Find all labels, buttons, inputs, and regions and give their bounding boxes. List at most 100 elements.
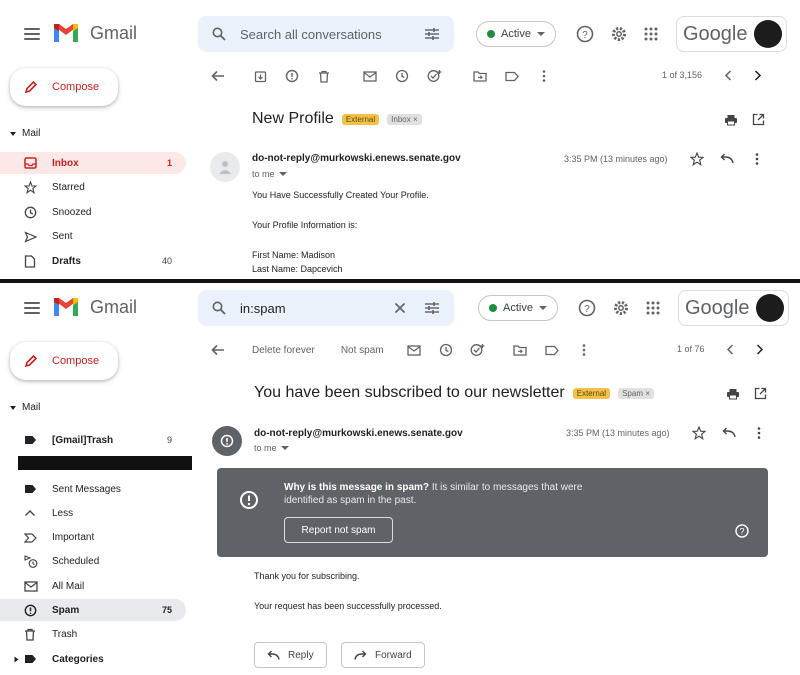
body-line: Your Profile Information is:: [252, 220, 358, 230]
sidebar-item-snoozed[interactable]: Snoozed: [0, 201, 186, 223]
compose-button[interactable]: Compose: [10, 342, 118, 380]
sender-avatar[interactable]: [212, 426, 242, 456]
status-selector[interactable]: Active: [476, 21, 556, 47]
sidebar-item-count: 9: [166, 435, 172, 445]
move-to-folder-icon[interactable]: [464, 64, 496, 88]
forward-button[interactable]: Forward: [341, 642, 425, 668]
avatar[interactable]: [753, 20, 782, 48]
message-more-icon[interactable]: [755, 153, 759, 165]
snooze-clock-icon[interactable]: [386, 64, 418, 88]
sidebar-item-all-mail[interactable]: All Mail: [0, 575, 186, 597]
not-spam-button[interactable]: Not spam: [331, 345, 394, 356]
apps-grid-icon[interactable]: [646, 301, 660, 315]
compose-button[interactable]: Compose: [10, 68, 118, 106]
back-arrow-icon[interactable]: [202, 338, 234, 362]
next-page-icon[interactable]: [756, 344, 764, 355]
settings-gear-icon[interactable]: [612, 299, 630, 317]
sidebar-item-trash[interactable]: Trash: [0, 624, 186, 646]
sidebar-item-less[interactable]: Less: [0, 502, 186, 524]
star-message-icon[interactable]: [690, 152, 704, 166]
remove-tag-icon[interactable]: ×: [645, 389, 650, 398]
print-icon[interactable]: [724, 114, 738, 126]
avatar[interactable]: [755, 294, 784, 322]
report-spam-icon[interactable]: [276, 64, 308, 88]
message-more-icon[interactable]: [757, 427, 761, 439]
apps-grid-icon[interactable]: [644, 27, 658, 41]
open-new-window-icon[interactable]: [754, 387, 767, 400]
recipient-toggle[interactable]: to me: [252, 169, 287, 179]
expand-arrow-icon[interactable]: [14, 656, 24, 663]
sidebar-item-label: Drafts: [52, 255, 81, 267]
account-box[interactable]: Google: [676, 16, 787, 52]
mail-section-header[interactable]: Mail: [10, 128, 40, 139]
search-options-icon[interactable]: [424, 27, 440, 41]
mark-unread-icon[interactable]: [398, 338, 430, 362]
back-arrow-icon[interactable]: [202, 64, 234, 88]
report-not-spam-button[interactable]: Report not spam: [284, 517, 393, 543]
reply-button[interactable]: Reply: [254, 642, 327, 668]
sidebar-item-starred[interactable]: Starred: [0, 177, 186, 199]
sidebar-item-scheduled[interactable]: Scheduled: [0, 551, 186, 573]
spam-explanation: Why is this message in spam? It is simil…: [284, 481, 644, 507]
sidebar-item-drafts[interactable]: Drafts 40: [0, 250, 186, 272]
recipient-toggle[interactable]: to me: [254, 443, 289, 453]
sender-email[interactable]: do-not-reply@murkowski.enews.senate.gov: [254, 428, 463, 439]
sidebar-item-gmail-trash[interactable]: [Gmail]Trash 9: [0, 429, 186, 451]
reply-arrow-icon[interactable]: [720, 153, 734, 165]
label-tag-icon[interactable]: [496, 64, 528, 88]
sender-avatar[interactable]: [210, 152, 240, 182]
prev-page-icon[interactable]: [724, 70, 732, 81]
main-menu-icon[interactable]: [24, 302, 40, 314]
add-task-icon[interactable]: [418, 64, 450, 88]
star-message-icon[interactable]: [692, 426, 706, 440]
search-placeholder[interactable]: Search all conversations: [240, 27, 424, 42]
remove-tag-icon[interactable]: ×: [413, 115, 418, 124]
external-tag: External: [572, 387, 611, 399]
sidebar-item-categories[interactable]: Categories: [0, 648, 186, 670]
open-new-window-icon[interactable]: [752, 113, 765, 126]
status-label: Active: [503, 302, 533, 314]
more-vert-icon[interactable]: [568, 338, 600, 362]
label-tag-icon[interactable]: [536, 338, 568, 362]
search-icon[interactable]: [212, 27, 226, 41]
settings-gear-icon[interactable]: [610, 25, 628, 43]
spam-tag[interactable]: Spam ×: [618, 387, 654, 399]
reply-label: Reply: [288, 649, 314, 661]
more-vert-icon[interactable]: [528, 64, 560, 88]
account-box[interactable]: Google: [678, 290, 789, 326]
help-icon[interactable]: ?: [576, 25, 594, 43]
search-bar[interactable]: in:spam: [198, 290, 454, 326]
move-to-folder-icon[interactable]: [504, 338, 536, 362]
search-icon[interactable]: [212, 301, 226, 315]
gmail-logo-icon[interactable]: [52, 22, 80, 44]
help-icon[interactable]: ?: [578, 299, 596, 317]
sidebar-item-sent-messages[interactable]: Sent Messages: [0, 478, 186, 500]
prev-page-icon[interactable]: [726, 344, 734, 355]
search-options-icon[interactable]: [424, 301, 440, 315]
print-icon[interactable]: [726, 388, 740, 400]
mark-unread-icon[interactable]: [354, 64, 386, 88]
sidebar-item-spam[interactable]: Spam 75: [0, 599, 186, 622]
reply-arrow-icon[interactable]: [722, 427, 736, 439]
archive-icon[interactable]: [244, 64, 276, 88]
received-time: 3:35 PM (13 minutes ago): [564, 154, 668, 164]
next-page-icon[interactable]: [754, 70, 762, 81]
sidebar-item-inbox[interactable]: Inbox 1: [0, 152, 186, 174]
mail-section-header[interactable]: Mail: [10, 402, 40, 413]
snooze-clock-icon[interactable]: [430, 338, 462, 362]
gmail-logo-icon[interactable]: [52, 296, 80, 318]
spam-tag-label: Spam: [622, 388, 643, 398]
add-task-icon[interactable]: [462, 338, 494, 362]
sidebar-item-sent[interactable]: Sent: [0, 226, 186, 248]
sidebar-item-important[interactable]: Important: [0, 527, 186, 549]
search-bar[interactable]: Search all conversations: [198, 16, 454, 52]
delete-forever-button[interactable]: Delete forever: [242, 345, 325, 356]
status-selector[interactable]: Active: [478, 295, 558, 321]
banner-help-icon[interactable]: ?: [735, 524, 749, 538]
delete-trash-icon[interactable]: [308, 64, 340, 88]
main-menu-icon[interactable]: [24, 28, 40, 40]
sender-email[interactable]: do-not-reply@murkowski.enews.senate.gov: [252, 153, 461, 164]
inbox-tag[interactable]: Inbox ×: [387, 113, 422, 125]
search-input[interactable]: in:spam: [240, 301, 394, 316]
clear-search-icon[interactable]: [394, 302, 406, 314]
